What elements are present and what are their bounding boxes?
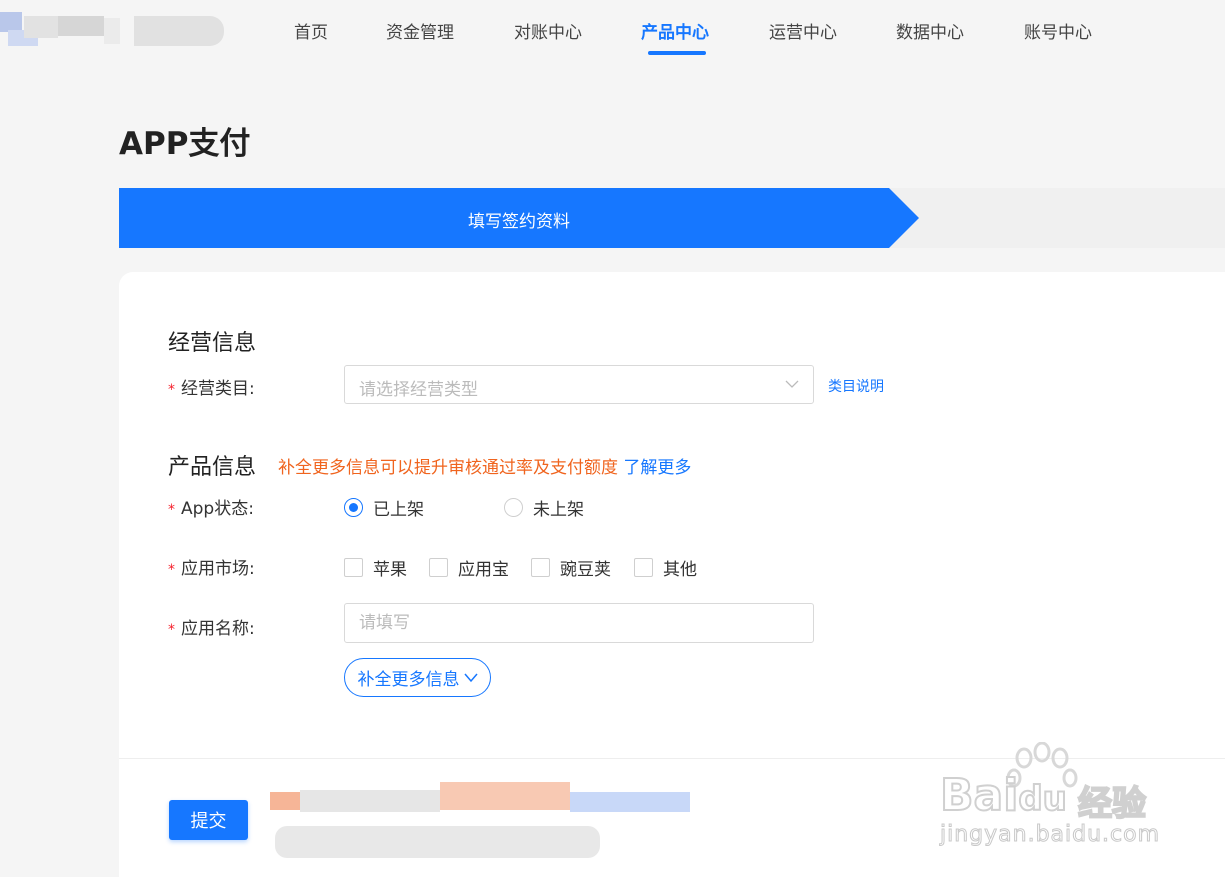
checkbox-icon [429, 558, 448, 577]
step-label: 填写签约资料 [468, 212, 570, 232]
checkbox-wandoujia[interactable]: 豌豆荚 [531, 555, 611, 580]
active-nav-indicator [648, 51, 706, 55]
required-mark: * [168, 502, 175, 518]
radio-not-listed[interactable]: 未上架 [504, 495, 584, 520]
submit-button[interactable]: 提交 [169, 800, 248, 840]
nav-reconciliation[interactable]: 对账中心 [514, 18, 582, 43]
more-info-button[interactable]: 补全更多信息 [344, 658, 491, 697]
nav-product-center[interactable]: 产品中心 [641, 18, 709, 43]
blurred-logo [0, 10, 230, 54]
step-indicator: 填写签约资料 [119, 188, 1225, 248]
radio-checked-icon [344, 498, 363, 517]
baidu-jingyan-watermark: Baidu 经验 jingyan.baidu.com [938, 741, 1168, 857]
category-label: * 经营类目: [168, 379, 255, 399]
nav-account-center[interactable]: 账号中心 [1024, 18, 1092, 43]
required-mark: * [168, 562, 175, 578]
category-help-link[interactable]: 类目说明 [828, 376, 884, 396]
checkbox-other[interactable]: 其他 [634, 555, 697, 580]
checkbox-apple[interactable]: 苹果 [344, 555, 407, 580]
checkbox-icon [531, 558, 550, 577]
category-select-placeholder: 请选择经营类型 [359, 380, 478, 400]
nav-data-center[interactable]: 数据中心 [896, 18, 964, 43]
app-status-label: * App状态: [168, 499, 254, 519]
category-select[interactable]: 请选择经营类型 [344, 365, 814, 404]
product-section-title: 产品信息 [168, 455, 257, 480]
product-hint: 补全更多信息可以提升审核通过率及支付额度 了解更多 [278, 458, 692, 478]
business-section-title: 经营信息 [168, 331, 257, 356]
nav-fund-management[interactable]: 资金管理 [386, 18, 454, 43]
chevron-down-icon [785, 380, 799, 388]
nav-home[interactable]: 首页 [294, 18, 328, 43]
learn-more-link[interactable]: 了解更多 [623, 458, 691, 478]
app-market-label: * 应用市场: [168, 559, 255, 579]
required-mark: * [168, 382, 175, 398]
checkbox-yingyongbao[interactable]: 应用宝 [429, 555, 509, 580]
checkbox-icon [344, 558, 363, 577]
step-active: 填写签约资料 [119, 188, 919, 248]
page-title: APP支付 [119, 126, 251, 162]
chevron-down-icon [463, 673, 478, 682]
radio-unchecked-icon [504, 498, 523, 517]
checkbox-icon [634, 558, 653, 577]
top-navigation-bar: 首页 资金管理 对账中心 产品中心 运营中心 数据中心 账号中心 [0, 0, 1225, 64]
nav-operation-center[interactable]: 运营中心 [769, 18, 837, 43]
app-name-label: * 应用名称: [168, 619, 255, 639]
app-name-input[interactable] [344, 603, 814, 643]
required-mark: * [168, 622, 175, 638]
radio-listed[interactable]: 已上架 [344, 495, 424, 520]
